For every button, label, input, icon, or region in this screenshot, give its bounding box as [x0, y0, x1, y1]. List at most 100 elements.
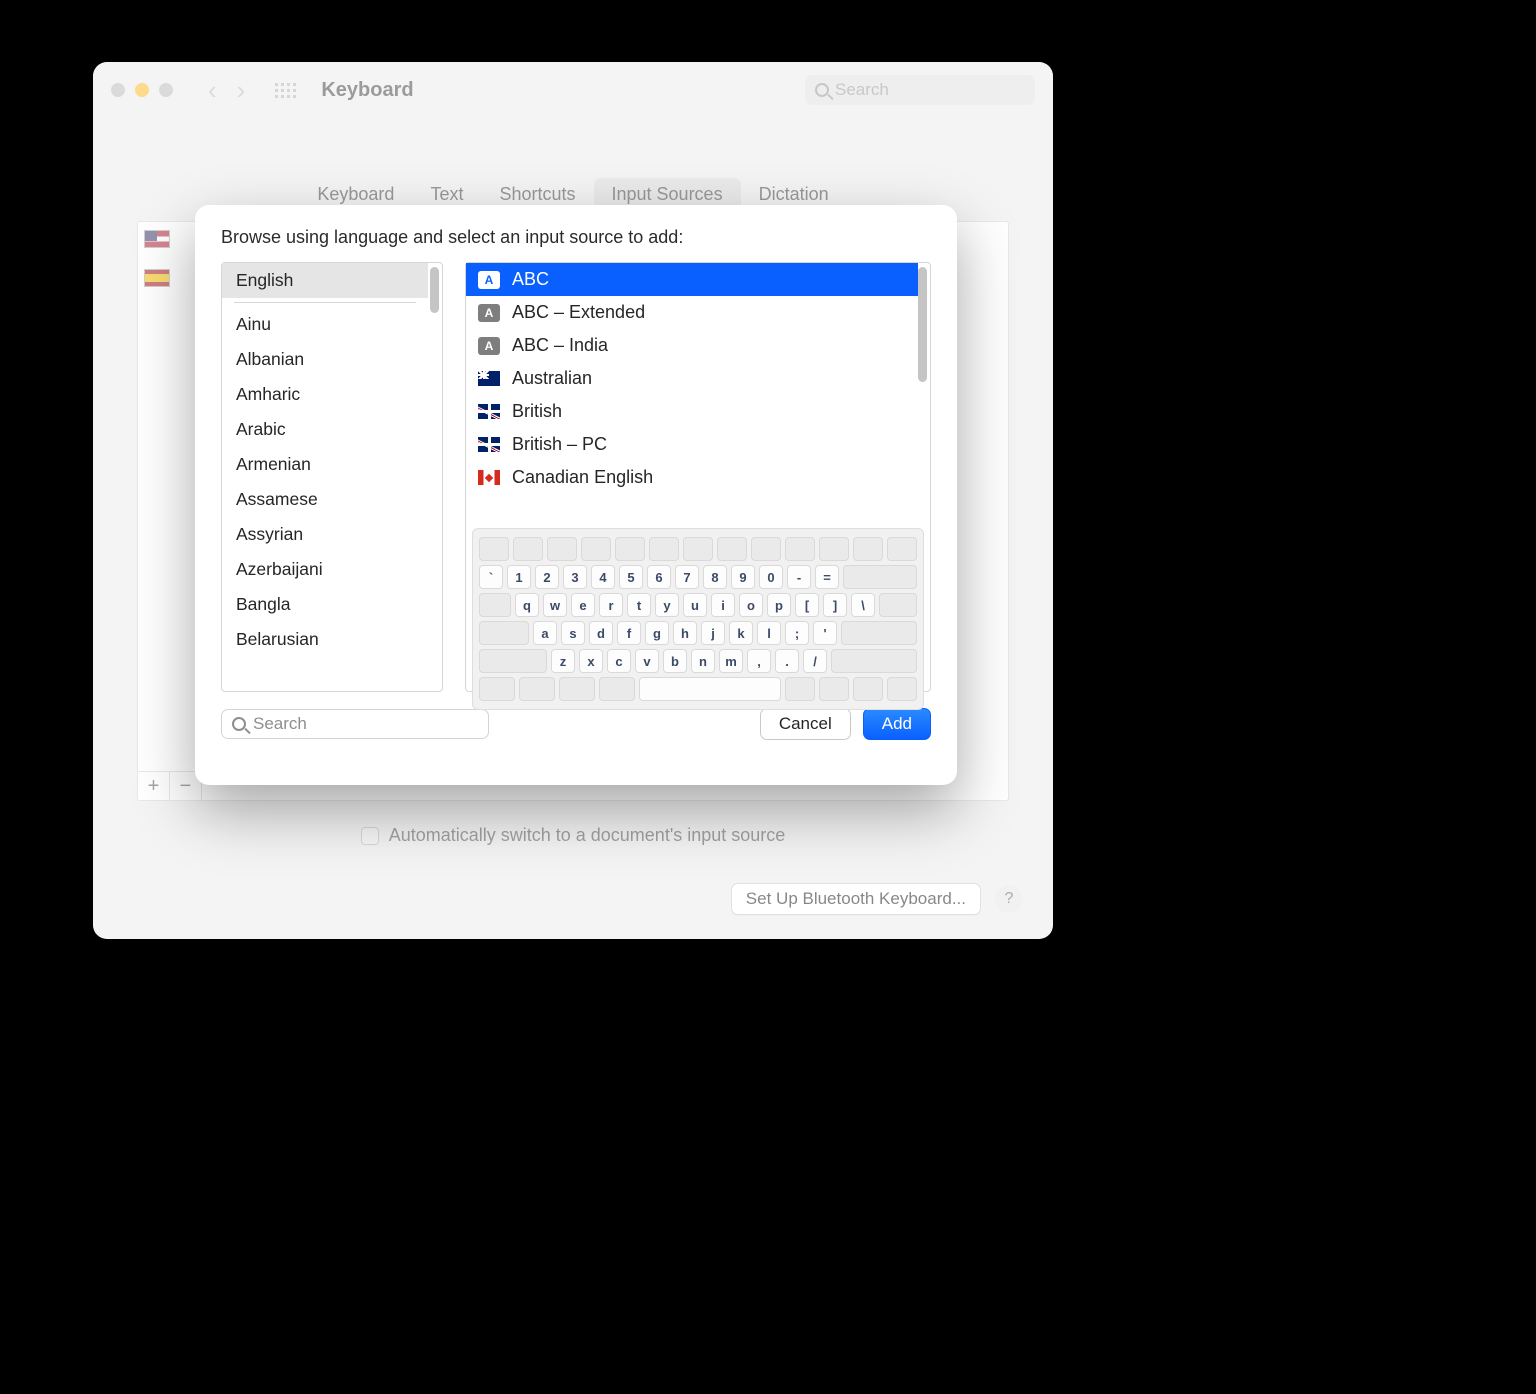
key: m	[719, 649, 743, 673]
key: q	[515, 593, 539, 617]
source-pane: A ABC AABC – Extended A ABC – India Australia…	[465, 262, 931, 692]
key: b	[663, 649, 687, 673]
key: n	[691, 649, 715, 673]
modifier-key	[887, 677, 917, 701]
key: 4	[591, 565, 615, 589]
window-title: Keyboard	[321, 79, 413, 102]
forward-button[interactable]: ›	[237, 75, 246, 106]
language-item[interactable]: Bangla	[222, 587, 428, 622]
language-item[interactable]: Armenian	[222, 447, 428, 482]
nav-buttons: ‹ ›	[208, 75, 245, 106]
scrollbar-thumb[interactable]	[918, 267, 927, 382]
help-button[interactable]: ?	[995, 885, 1023, 913]
zoom-window-icon[interactable]	[159, 83, 173, 97]
input-source-item[interactable]: AABC – Extended	[466, 296, 918, 329]
show-all-icon[interactable]	[275, 83, 296, 98]
language-item[interactable]: Arabic	[222, 412, 428, 447]
input-source-item[interactable]: Canadian English	[466, 461, 918, 494]
key: x	[579, 649, 603, 673]
window-footer: Set Up Bluetooth Keyboard... ?	[731, 883, 1023, 915]
modifier-key	[479, 649, 547, 673]
language-item[interactable]: Azerbaijani	[222, 552, 428, 587]
bluetooth-keyboard-button[interactable]: Set Up Bluetooth Keyboard...	[731, 883, 981, 915]
function-key	[853, 537, 883, 561]
input-source-item[interactable]: A ABC – India	[466, 329, 918, 362]
key: 7	[675, 565, 699, 589]
language-item[interactable]: English	[222, 263, 428, 298]
search-icon	[232, 717, 246, 731]
input-source-list[interactable]: A ABC AABC – Extended A ABC – India Australia…	[466, 263, 930, 518]
input-source-label: ABC	[512, 269, 549, 290]
key: g	[645, 621, 669, 645]
key: w	[543, 593, 567, 617]
input-source-label: Australian	[512, 368, 592, 389]
key: r	[599, 593, 623, 617]
modifier-key	[479, 677, 515, 701]
flag-us-icon[interactable]	[144, 230, 170, 248]
flag-gb-icon	[478, 437, 500, 452]
input-source-item[interactable]: Australian	[466, 362, 918, 395]
language-item[interactable]: Assamese	[222, 482, 428, 517]
modifier-key	[479, 593, 511, 617]
key: 6	[647, 565, 671, 589]
cancel-button[interactable]: Cancel	[760, 708, 851, 740]
key: `	[479, 565, 503, 589]
input-source-label: Canadian English	[512, 467, 653, 488]
add-button[interactable]: Add	[863, 708, 931, 740]
key: \	[851, 593, 875, 617]
toolbar-search[interactable]: Search	[805, 75, 1035, 105]
key: a	[533, 621, 557, 645]
input-source-item[interactable]: British	[466, 395, 918, 428]
auto-switch-checkbox[interactable]	[361, 827, 379, 845]
modifier-key	[843, 565, 917, 589]
language-item[interactable]: Belarusian	[222, 622, 428, 657]
function-key	[785, 537, 815, 561]
back-button[interactable]: ‹	[208, 75, 217, 106]
function-key	[751, 537, 781, 561]
language-list[interactable]: English AinuAlbanianAmharicArabicArmenian…	[222, 263, 442, 691]
flag-ca-icon	[478, 470, 500, 485]
add-source-button[interactable]: +	[138, 772, 170, 800]
language-item[interactable]: Assyrian	[222, 517, 428, 552]
flag-es-icon[interactable]	[144, 269, 170, 287]
language-item[interactable]: Albanian	[222, 342, 428, 377]
modifier-key	[599, 677, 635, 701]
key: ;	[785, 621, 809, 645]
separator	[234, 302, 416, 303]
key: o	[739, 593, 763, 617]
language-item[interactable]: Amharic	[222, 377, 428, 412]
key: e	[571, 593, 595, 617]
add-input-source-sheet: Browse using language and select an inpu…	[195, 205, 957, 785]
function-key	[479, 537, 509, 561]
modifier-key	[559, 677, 595, 701]
key: k	[729, 621, 753, 645]
key: d	[589, 621, 613, 645]
function-key	[717, 537, 747, 561]
function-key	[615, 537, 645, 561]
input-source-item[interactable]: British – PC	[466, 428, 918, 461]
keyboard-layout-icon: A	[478, 337, 500, 355]
key: t	[627, 593, 651, 617]
minimize-window-icon[interactable]	[135, 83, 149, 97]
source-list-toolbar: + −	[138, 771, 202, 800]
input-source-item[interactable]: A ABC	[466, 263, 918, 296]
key: ,	[747, 649, 771, 673]
function-key	[683, 537, 713, 561]
close-window-icon[interactable]	[111, 83, 125, 97]
key: ]	[823, 593, 847, 617]
key: =	[815, 565, 839, 589]
key: /	[803, 649, 827, 673]
sheet-search-input[interactable]: Search	[221, 709, 489, 739]
key: u	[683, 593, 707, 617]
key: 9	[731, 565, 755, 589]
scrollbar-thumb[interactable]	[430, 267, 439, 313]
titlebar: ‹ › Keyboard Search	[93, 62, 1053, 118]
key: c	[607, 649, 631, 673]
language-item[interactable]: Ainu	[222, 307, 428, 342]
input-source-label: ABC – India	[512, 335, 608, 356]
key: y	[655, 593, 679, 617]
function-key	[513, 537, 543, 561]
key: 2	[535, 565, 559, 589]
key: h	[673, 621, 697, 645]
keyboard-layout-icon: A	[478, 271, 500, 289]
